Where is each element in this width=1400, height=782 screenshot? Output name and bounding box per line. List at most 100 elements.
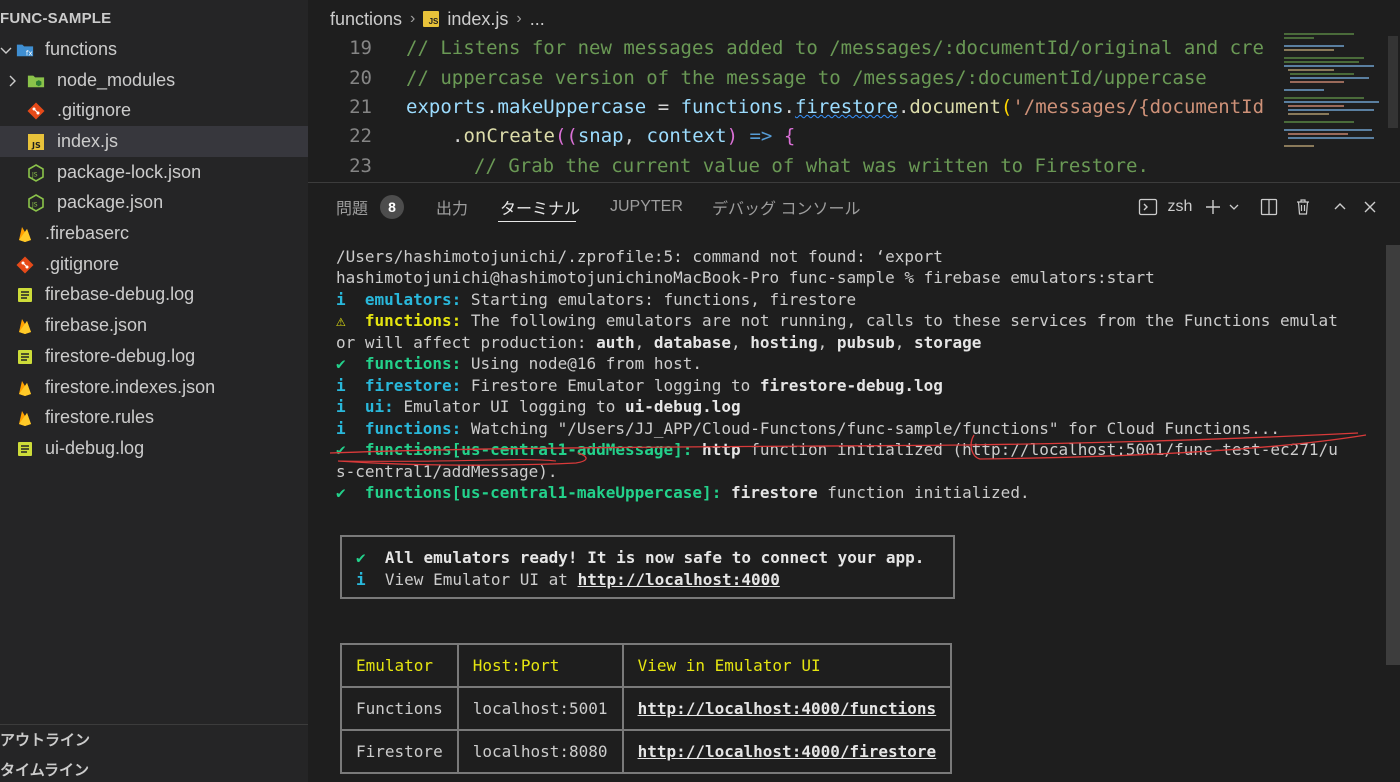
- ready-line: ✔ All emulators ready! It is now safe to…: [356, 548, 924, 567]
- table-header: Host:Port: [456, 643, 624, 688]
- close-icon: [1364, 201, 1376, 213]
- tab-terminal[interactable]: ターミナル: [500, 195, 580, 219]
- tab-output[interactable]: 出力: [436, 195, 468, 219]
- chevron-up-icon: [1334, 203, 1346, 210]
- code-line[interactable]: 22 .onCreate((snap, context) => {: [308, 121, 1288, 151]
- code-editor[interactable]: functions › JS index.js › ... 19 // List…: [308, 0, 1400, 182]
- trash-icon: [1297, 199, 1309, 215]
- timeline-section-header[interactable]: タイムライン: [0, 754, 308, 782]
- kill-terminal-button[interactable]: [1292, 195, 1314, 219]
- code-token: =>: [749, 125, 773, 147]
- terminal-line: i firestore: Firestore Emulator logging …: [336, 375, 943, 397]
- tree-item-node-modules[interactable]: node_modules: [0, 65, 308, 96]
- log-tag: functions:: [364, 354, 462, 373]
- code-token: firestore: [794, 96, 898, 118]
- table-cell-link[interactable]: http://localhost:4000/firestore: [621, 729, 953, 774]
- tree-item-ui-debug-log[interactable]: ui-debug.log: [0, 433, 308, 464]
- terminal-line: ✔ functions[us-central1-makeUppercase]: …: [336, 482, 1030, 504]
- code-text: exports.makeUppercase = functions.firest…: [406, 96, 1264, 118]
- tree-item-gitignore-root[interactable]: .gitignore: [0, 249, 308, 280]
- tab-problems[interactable]: 問題 8: [336, 195, 405, 219]
- tree-item-package-lock-json[interactable]: JS package-lock.json: [0, 157, 308, 188]
- tree-item-firestore-debug-log[interactable]: firestore-debug.log: [0, 341, 308, 372]
- breadcrumb: functions › JS index.js › ...: [330, 8, 545, 30]
- tree-item-label: index.js: [57, 131, 119, 151]
- check-icon: ✔: [336, 440, 346, 459]
- tree-item-package-json[interactable]: JS package.json: [0, 187, 308, 218]
- js-file-icon: JS: [27, 133, 45, 151]
- ready-message: All emulators ready! It is now safe to c…: [384, 548, 925, 567]
- line-number: 22: [349, 125, 372, 147]
- tree-item-firestore-indexes-json[interactable]: firestore.indexes.json: [0, 372, 308, 403]
- terminal-dropdown-button[interactable]: [1226, 195, 1242, 219]
- table-header: Emulator: [340, 643, 459, 688]
- nodejs-icon: JS: [27, 193, 45, 212]
- log-text: Emulator UI logging to: [393, 397, 625, 416]
- table-cell-link[interactable]: http://localhost:4000/functions: [621, 686, 953, 731]
- tree-item-firestore-rules[interactable]: firestore.rules: [0, 402, 308, 433]
- terminal-scrollbar[interactable]: [1386, 245, 1400, 665]
- nodejs-icon: JS: [27, 163, 45, 182]
- log-text: function initialized.: [817, 483, 1030, 502]
- log-text: Using node@16 from host.: [461, 354, 703, 373]
- tree-item-firebase-debug-log[interactable]: firebase-debug.log: [0, 279, 308, 310]
- git-icon: [16, 256, 34, 274]
- info-symbol: i: [356, 570, 366, 589]
- line-number: 20: [349, 67, 372, 89]
- breadcrumb-more[interactable]: ...: [530, 9, 545, 30]
- tree-item-firebase-json[interactable]: firebase.json: [0, 310, 308, 341]
- terminal-shell-select[interactable]: zsh: [1162, 195, 1198, 219]
- explorer-title: FUNC-SAMPLE: [0, 10, 112, 27]
- log-text: or will affect production:: [336, 333, 597, 352]
- code-token: .: [783, 96, 795, 118]
- code-token: ((: [554, 125, 578, 147]
- log-tag: functions[us-central1-makeUppercase]:: [364, 483, 722, 502]
- code-token: .: [897, 96, 910, 118]
- firebase-icon: [16, 317, 34, 335]
- active-tab-indicator: [498, 221, 576, 222]
- emulator-table: Emulator Host:Port View in Emulator UI F…: [340, 643, 953, 774]
- code-line[interactable]: 20 // uppercase version of the message t…: [308, 63, 1288, 93]
- log-text: ,: [730, 333, 751, 352]
- terminal-line: i ui: Emulator UI logging to ui-debug.lo…: [336, 396, 741, 418]
- code-token: =: [646, 96, 681, 118]
- split-terminal-button[interactable]: [1258, 195, 1280, 219]
- tab-jupyter[interactable]: JUPYTER: [610, 195, 683, 219]
- tree-item-label: functions: [45, 39, 118, 59]
- code-token: context: [646, 125, 727, 147]
- code-line[interactable]: 21 exports.makeUppercase = functions.fir…: [308, 92, 1288, 122]
- info-symbol: i: [336, 397, 346, 416]
- editor-scrollbar[interactable]: [1388, 36, 1398, 128]
- emulator-ui-link[interactable]: http://localhost:4000: [578, 570, 780, 589]
- explorer-sidebar: FUNC-SAMPLE fx functions node_modules .g…: [0, 0, 308, 782]
- terminal-line: i functions: Watching "/Users/JJ_APP/Clo…: [336, 418, 1280, 440]
- code-line[interactable]: 23 // Grab the current value of what was…: [308, 151, 1288, 181]
- code-line[interactable]: 19 // Listens for new messages added to …: [308, 33, 1288, 63]
- bottom-panel: 問題 8 出力 ターミナル JUPYTER デバッグ コンソール zsh /Us…: [308, 182, 1400, 782]
- tree-item-functions-folder[interactable]: fx functions: [0, 34, 308, 65]
- breadcrumb-file[interactable]: index.js: [447, 9, 508, 30]
- breadcrumb-folder[interactable]: functions: [330, 9, 402, 30]
- code-text: // uppercase version of the message to /…: [406, 67, 1207, 89]
- maximize-panel-button[interactable]: [1330, 195, 1350, 219]
- emulators-ready-box: ✔ All emulators ready! It is now safe to…: [340, 535, 955, 599]
- terminal-line: i emulators: Starting emulators: functio…: [336, 289, 856, 311]
- svg-text:JS: JS: [31, 141, 41, 150]
- tree-item-index-js[interactable]: JS index.js: [0, 126, 308, 157]
- new-terminal-button[interactable]: [1202, 195, 1224, 219]
- tree-item-gitignore[interactable]: .gitignore: [0, 95, 308, 126]
- warning-icon: ⚠: [336, 311, 346, 330]
- log-bold: database: [653, 333, 731, 352]
- code-token: (: [1000, 96, 1013, 118]
- code-token: .: [452, 125, 464, 147]
- minimap[interactable]: [1284, 30, 1394, 160]
- terminal-line: s-central1/addMessage).: [336, 462, 558, 481]
- outline-section-header[interactable]: アウトライン: [0, 724, 308, 754]
- close-panel-button[interactable]: [1360, 195, 1380, 219]
- code-token: ): [726, 125, 750, 147]
- log-text: ,: [817, 333, 837, 352]
- terminal-icon: [1136, 195, 1160, 219]
- log-tag: emulators:: [364, 290, 462, 309]
- tab-debug-console[interactable]: デバッグ コンソール: [712, 195, 860, 219]
- tree-item-firebaserc[interactable]: .firebaserc: [0, 218, 308, 249]
